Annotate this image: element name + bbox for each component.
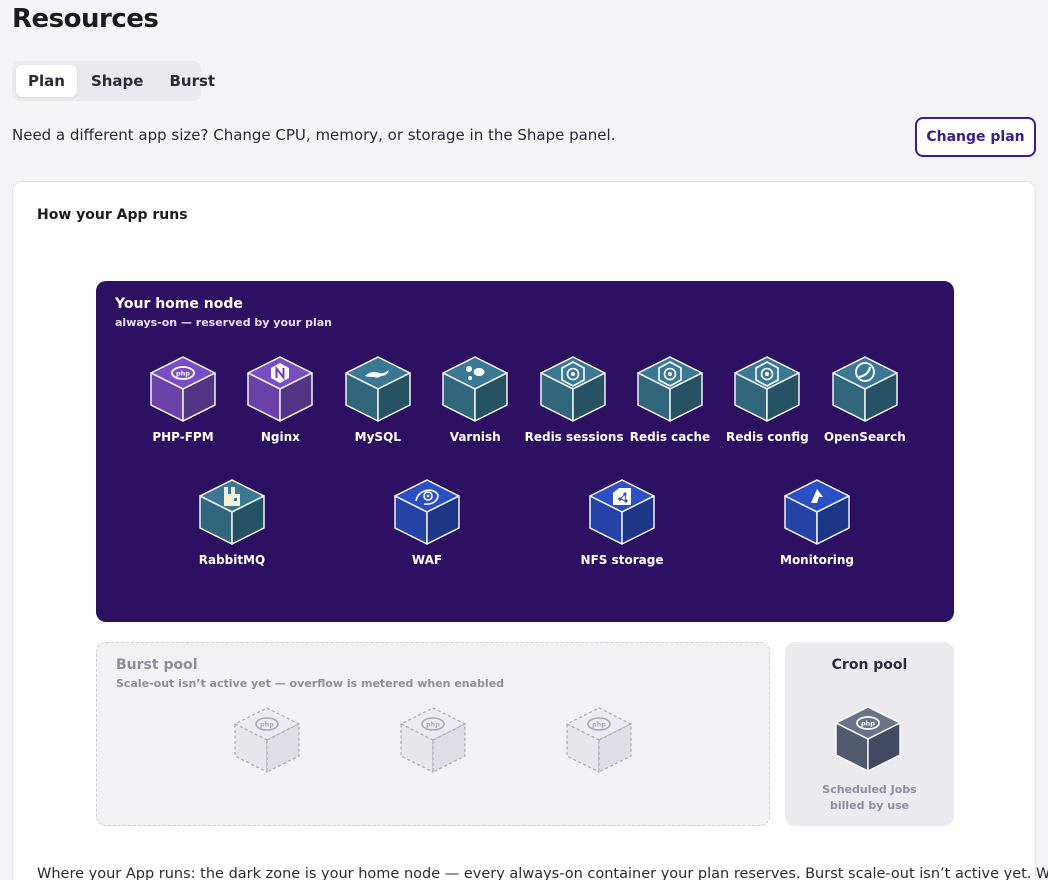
nginx-icon <box>232 356 328 422</box>
service-php-fpm: php PHP-FPM <box>135 356 231 444</box>
how-app-runs-card: How your App runs Your home node always-… <box>12 181 1048 880</box>
service-redis-sessions: Redis sessions <box>524 356 624 444</box>
cron-pool-caption: Scheduled Jobs billed by use <box>785 782 954 814</box>
service-waf: WAF <box>379 479 475 567</box>
service-redis-cache: Redis cache <box>622 356 718 444</box>
service-varnish: Varnish <box>427 356 523 444</box>
home-node-subtitle: always-on — reserved by your plan <box>115 316 333 329</box>
service-label: RabbitMQ <box>198 553 266 567</box>
burst-pool-zone: Burst pool Scale-out isn’t active yet — … <box>96 642 770 826</box>
cron-php-icon: php <box>835 706 901 776</box>
monitoring-icon <box>769 479 865 545</box>
svg-text:php: php <box>426 721 440 729</box>
waf-icon <box>379 479 475 545</box>
service-label: Redis sessions <box>524 430 624 444</box>
service-label: Redis cache <box>629 430 711 444</box>
service-redis-config: Redis config <box>719 356 815 444</box>
change-plan-button[interactable]: Change plan <box>915 117 1036 157</box>
page-title: Resources <box>12 4 159 34</box>
service-label: PHP-FPM <box>152 430 214 444</box>
cron-line-2: billed by use <box>829 799 910 812</box>
burst-slot-php-icon: php <box>233 707 301 777</box>
service-label: Monitoring <box>780 553 854 567</box>
service-label: WAF <box>411 553 443 567</box>
burst-pool-title: Burst pool <box>116 657 198 673</box>
tab-plan[interactable]: Plan <box>16 65 77 97</box>
redis-icon <box>622 356 718 422</box>
service-monitoring: Monitoring <box>769 479 865 567</box>
cron-line-1: Scheduled Jobs <box>822 783 917 796</box>
cron-pool-zone: Cron pool php Scheduled Jobs billed by u… <box>785 642 954 826</box>
plan-note: Need a different app size? Change CPU, m… <box>12 126 616 144</box>
svg-text:php: php <box>260 721 274 729</box>
service-label: Varnish <box>449 430 501 444</box>
burst-pool-subtitle: Scale-out isn’t active yet — overflow is… <box>116 677 505 690</box>
redis-icon <box>525 356 621 422</box>
redis-icon <box>719 356 815 422</box>
nfs-icon <box>574 479 670 545</box>
home-node-title: Your home node <box>115 296 243 312</box>
mysql-icon <box>330 356 426 422</box>
resources-tabs: Plan Shape Burst <box>12 61 215 101</box>
service-label: NFS storage <box>580 553 664 567</box>
service-label: OpenSearch <box>823 430 906 444</box>
php-icon: php <box>135 356 231 422</box>
svg-text:php: php <box>176 370 190 378</box>
tab-shape[interactable]: Shape <box>79 65 156 97</box>
service-mysql: MySQL <box>330 356 426 444</box>
rabbitmq-icon <box>184 479 280 545</box>
svg-text:php: php <box>861 720 875 728</box>
home-node-zone: Your home node always-on — reserved by y… <box>96 281 954 622</box>
service-rabbitmq: RabbitMQ <box>184 479 280 567</box>
card-title: How your App runs <box>37 207 188 223</box>
svg-text:php: php <box>592 721 606 729</box>
service-opensearch: OpenSearch <box>817 356 913 444</box>
description-text: Where your App runs: the dark zone is yo… <box>37 866 1048 880</box>
burst-slot-php-icon: php <box>565 707 633 777</box>
service-label: MySQL <box>354 430 401 444</box>
opensearch-icon <box>817 356 913 422</box>
service-nginx: Nginx <box>232 356 328 444</box>
cron-pool-title: Cron pool <box>831 657 908 673</box>
burst-slot-php-icon: php <box>399 707 467 777</box>
service-label: Redis config <box>725 430 809 444</box>
varnish-icon <box>427 356 523 422</box>
service-nfs-storage: NFS storage <box>574 479 670 567</box>
tab-burst[interactable]: Burst <box>157 65 227 97</box>
service-label: Nginx <box>260 430 300 444</box>
